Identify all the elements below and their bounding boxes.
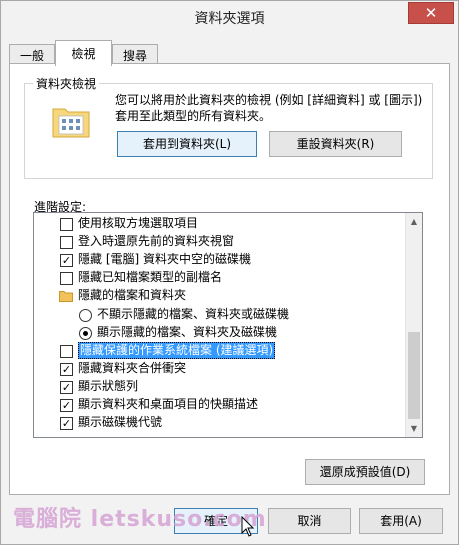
list-item-label: 顯示隱藏的檔案、資料夾及磁碟機: [97, 324, 278, 339]
list-item[interactable]: ✓ 顯示磁碟機代號: [34, 414, 406, 432]
checkbox-checked-icon[interactable]: ✓: [60, 254, 73, 268]
close-button[interactable]: ✕: [408, 2, 454, 24]
list-item[interactable]: ✓ 顯示狀態列: [34, 378, 406, 396]
list-item-label: 隱藏 [電腦] 資料夾中空的磁碟機: [78, 252, 251, 267]
restore-defaults-button[interactable]: 還原成預設值(D): [305, 459, 425, 485]
list-item[interactable]: 不顯示隱藏的檔案、資料夾或磁碟機: [34, 306, 406, 324]
checkbox-unchecked-icon[interactable]: [60, 218, 73, 231]
checkbox-checked-icon[interactable]: ✓: [60, 380, 73, 394]
mouse-cursor-icon: [241, 516, 255, 537]
list-item-label: 隱藏保護的作業系統檔案 (建議選項): [78, 341, 276, 359]
list-item-label: 顯示磁碟機代號: [78, 415, 163, 430]
list-item-label: 登入時還原先前的資料夾視窗: [78, 234, 235, 249]
radio-selected-icon[interactable]: [79, 326, 92, 340]
checkbox-unchecked-icon[interactable]: [60, 344, 73, 358]
checkbox-checked-icon[interactable]: ✓: [60, 362, 73, 376]
checkbox-unchecked-icon[interactable]: [60, 236, 73, 250]
scroll-thumb[interactable]: [408, 332, 420, 419]
apply-to-folders-button[interactable]: 套用到資料夾(L): [117, 131, 257, 157]
tab-general[interactable]: 一般: [9, 44, 55, 65]
watermark-logo: 電腦院 letskuso.com: [13, 507, 267, 532]
list-item-label: 使用核取方塊選取項目: [78, 216, 199, 230]
scroll-down-arrow-icon[interactable]: ▼: [406, 420, 422, 437]
tab-search[interactable]: 搜尋: [112, 44, 158, 65]
folder-options-dialog: 資料夾選項 ✕ 一般 檢視 搜尋 資料夾檢視 您可以將用於此資料夾的檢視 (例如…: [0, 0, 459, 545]
apply-button[interactable]: 套用(A): [359, 508, 443, 534]
list-item-label: 隱藏資料夾合併衝突: [78, 360, 187, 375]
scroll-up-arrow-icon[interactable]: ▲: [406, 213, 422, 230]
checkbox-checked-icon[interactable]: ✓: [60, 417, 73, 431]
list-item[interactable]: ✓ 隱藏資料夾合併衝突: [34, 360, 406, 378]
list-item[interactable]: 隱藏保護的作業系統檔案 (建議選項): [34, 341, 406, 360]
folder-view-icon: [52, 108, 90, 138]
list-item-label: 隱藏已知檔案類型的副檔名: [78, 270, 223, 285]
list-item[interactable]: ✓ 隱藏 [電腦] 資料夾中空的磁碟機: [34, 251, 406, 269]
list-scrollbar[interactable]: ▲ ▼: [405, 213, 422, 437]
list-item[interactable]: 隱藏的檔案和資料夾: [34, 287, 406, 305]
list-item[interactable]: 顯示隱藏的檔案、資料夾及磁碟機: [34, 324, 406, 342]
reset-folders-button[interactable]: 重設資料夾(R): [269, 131, 402, 157]
list-item-label: 隱藏的檔案和資料夾: [78, 288, 187, 303]
list-item[interactable]: 隱藏已知檔案類型的副檔名: [34, 269, 406, 287]
list-item[interactable]: ✓ 顯示資料夾和桌面項目的快顯描述: [34, 396, 406, 414]
list-item[interactable]: 使用核取方塊選取項目: [34, 215, 406, 233]
folder-view-description: 您可以將用於此資料夾的檢視 (例如 [詳細資料] 或 [圖示]) 套用至此類型的…: [115, 93, 423, 123]
tab-view[interactable]: 檢視: [55, 40, 112, 66]
checkbox-unchecked-icon[interactable]: [60, 272, 73, 286]
list-item-label: 顯示狀態列: [78, 378, 139, 393]
list-item[interactable]: 登入時還原先前的資料夾視窗: [34, 233, 406, 251]
checkbox-checked-icon[interactable]: ✓: [60, 399, 73, 412]
window-title: 資料夾選項: [194, 11, 265, 27]
cancel-button[interactable]: 取消: [268, 508, 351, 534]
folder-view-group-title: 資料夾檢視: [33, 75, 100, 92]
folder-icon: [59, 291, 73, 303]
advanced-settings-list[interactable]: 使用核取方塊選取項目登入時還原先前的資料夾視窗 ✓ 隱藏 [電腦] 資料夾中空的磁碟…: [33, 212, 423, 438]
list-item-label: 不顯示隱藏的檔案、資料夾或磁碟機: [97, 306, 290, 321]
radio-unselected-icon[interactable]: [79, 308, 92, 322]
title-bar[interactable]: 資料夾選項 ✕: [1, 1, 458, 32]
list-item-label: 顯示資料夾和桌面項目的快顯描述: [78, 397, 259, 411]
